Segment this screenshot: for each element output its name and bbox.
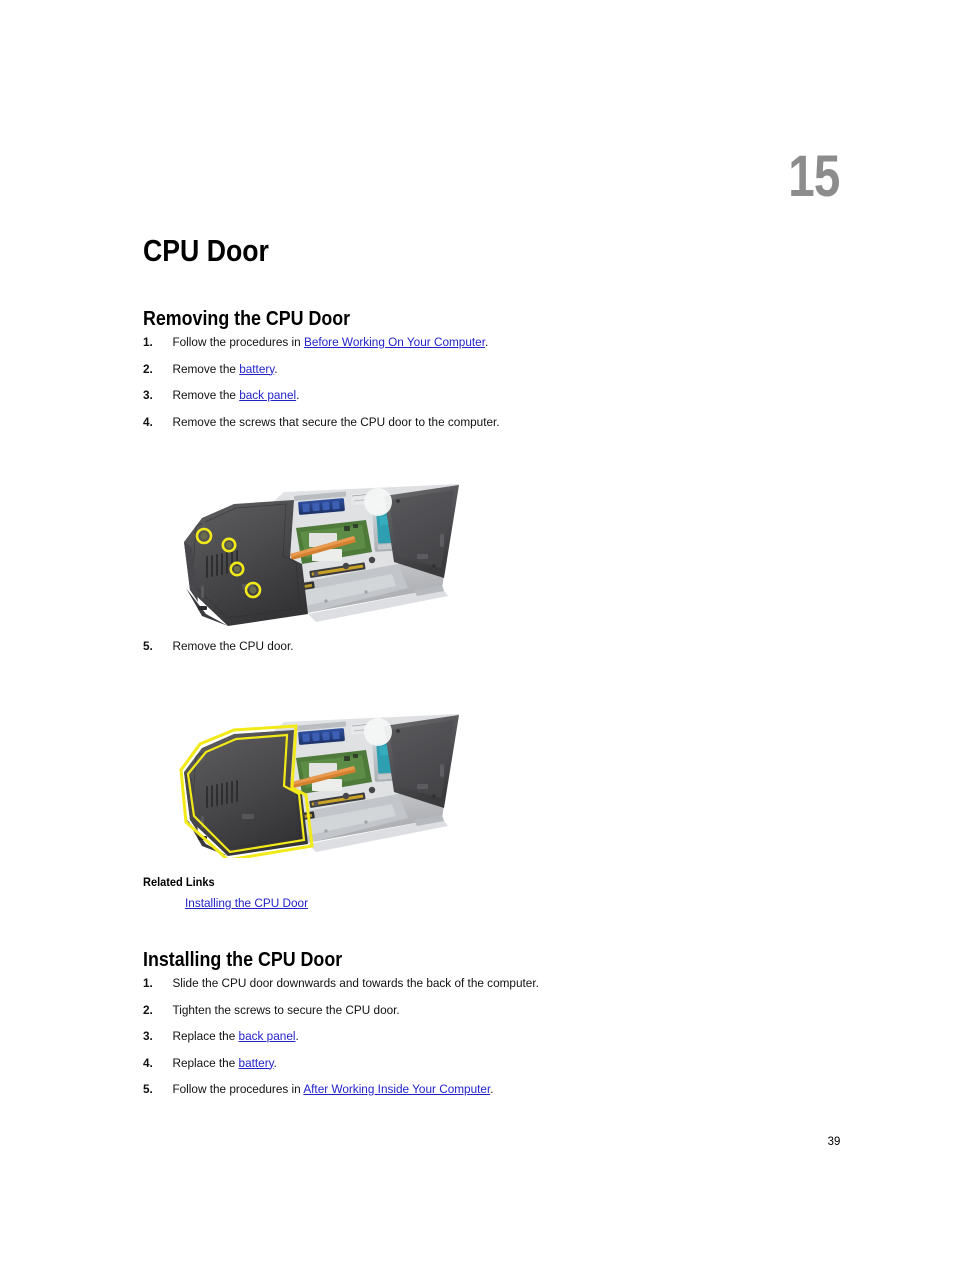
list-item: 1. Follow the procedures in Before Workin… (143, 335, 808, 350)
list-item: 3. Replace the back panel. (143, 1029, 808, 1044)
link-before-working[interactable]: Before Working On Your Computer (304, 335, 485, 349)
step-text: Remove the CPU door. (172, 639, 294, 653)
list-item: 3. Remove the back panel. (143, 388, 808, 403)
related-links-title: Related Links (143, 876, 215, 889)
list-item: 2. Tighten the screws to secure the CPU d… (143, 1003, 808, 1018)
link-battery[interactable]: battery (239, 362, 274, 376)
page-title: CPU Door (143, 232, 269, 268)
steps-list-removing: 1. Follow the procedures in Before Workin… (143, 335, 843, 430)
link-installing-cpu-door[interactable]: Installing the CPU Door (185, 896, 308, 910)
laptop-bottom-door-illustration (179, 714, 459, 858)
related-links-list: Installing the CPU Door (185, 896, 308, 910)
list-item: 5. Follow the procedures in After Working… (143, 1082, 808, 1097)
step-text: Replace the (172, 1029, 239, 1043)
step-number: 1. (143, 976, 153, 990)
laptop-bottom-illustration (184, 484, 459, 626)
section-heading-installing: Installing the CPU Door (143, 948, 343, 971)
chapter-number: 15 (788, 144, 841, 209)
step-number: 5. (143, 1082, 153, 1096)
step-text: Follow the procedures in (172, 335, 304, 349)
step-number: 1. (143, 335, 153, 349)
step-text-post: . (485, 335, 489, 349)
step-text-post: . (296, 388, 300, 402)
step-text: Tighten the screws to secure the CPU doo… (172, 1002, 400, 1017)
steps-list-installing: 1. Slide the CPU door downwards and towar… (143, 976, 843, 1109)
step-number: 3. (143, 1029, 153, 1043)
link-battery[interactable]: battery (239, 1056, 274, 1070)
list-item: 5. Remove the CPU door. (143, 639, 808, 654)
step-text-post: . (274, 361, 278, 376)
link-back-panel[interactable]: back panel (239, 388, 296, 402)
step-text: Slide the CPU door downwards and towards… (172, 976, 539, 990)
step-text-post: . (490, 1082, 494, 1096)
list-item: 4. Remove the screws that secure the CPU … (143, 415, 808, 430)
list-item: 1. Slide the CPU door downwards and towar… (143, 976, 808, 991)
step-text-post: . (295, 1029, 299, 1043)
link-after-working[interactable]: After Working Inside Your Computer (303, 1082, 490, 1096)
figure-screw-locations (176, 438, 464, 628)
step-text: Remove the screws that secure the CPU do… (172, 414, 500, 429)
step-text: Replace the (172, 1055, 239, 1070)
section-heading-removing: Removing the CPU Door (143, 307, 351, 330)
list-item: 2. Remove the battery. (143, 362, 808, 377)
steps-list-removing-cont: 5. Remove the CPU door. (143, 639, 843, 654)
step-number: 2. (143, 1002, 153, 1017)
page-number: 39 (827, 1134, 840, 1148)
step-number: 5. (143, 639, 153, 653)
list-item: 4. Replace the battery. (143, 1056, 808, 1071)
step-number: 4. (143, 1055, 153, 1070)
step-text: Follow the procedures in (172, 1082, 304, 1096)
step-text: Remove the (172, 361, 240, 376)
link-back-panel[interactable]: back panel (239, 1029, 296, 1043)
step-number: 2. (143, 361, 153, 376)
step-text: Remove the (172, 388, 240, 402)
step-number: 3. (143, 388, 153, 402)
step-text-post: . (273, 1055, 277, 1070)
document-page: 15 CPU Door Removing the CPU Door 1. Foll… (0, 0, 954, 1268)
step-number: 4. (143, 414, 153, 429)
figure-cpu-door-outline (176, 668, 464, 858)
